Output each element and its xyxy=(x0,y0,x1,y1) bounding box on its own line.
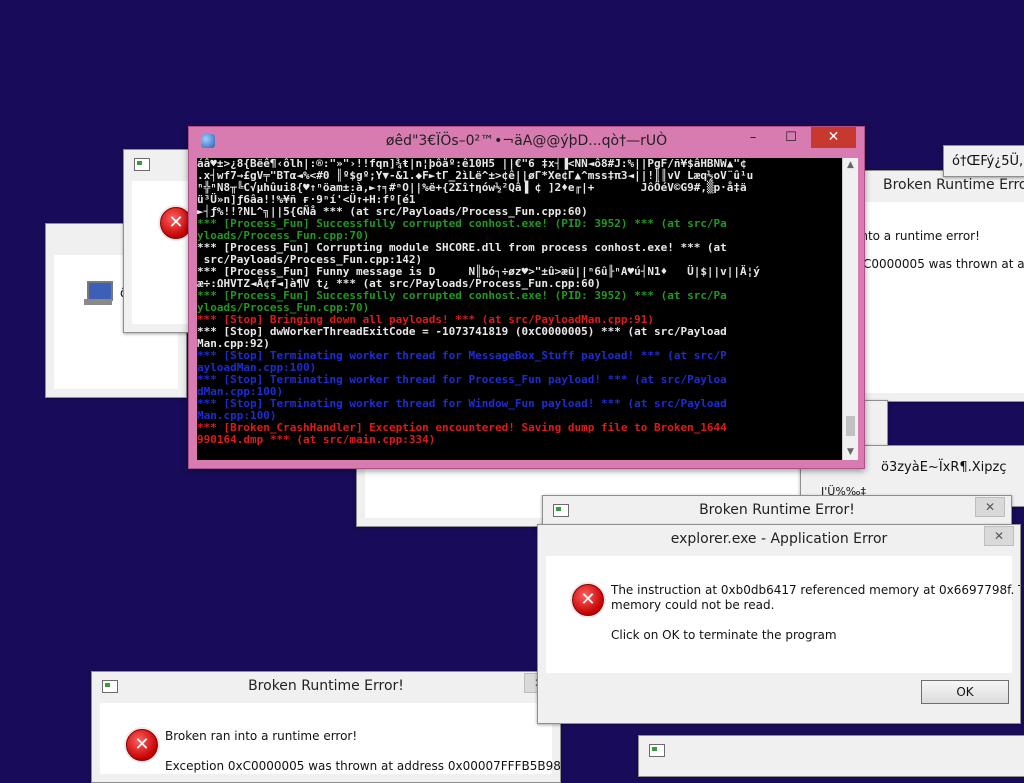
background-window-far-right: ó†ŒFý¿5Ü, xyxy=(943,145,1024,177)
window-title: ó†ŒFý¿5Ü, xyxy=(952,154,1024,169)
console-line: *** [Stop] dwWorkerThreadExitCode = -107… xyxy=(197,325,727,338)
computer-icon xyxy=(84,281,113,307)
error-icon: ✕ xyxy=(126,729,158,761)
error-message-line1: Broken ran into a runtime error! xyxy=(165,729,358,743)
console-title: øêd"3€ÏÖs–0²™•¬äA@@ýþD...qò†—rUÒ xyxy=(385,133,668,149)
error-icon: ✕ xyxy=(572,584,604,616)
error-message-line2: C0000005 was thrown at addres xyxy=(863,257,1024,271)
scroll-thumb[interactable] xyxy=(846,416,855,436)
application-error-dialog: explorer.exe - Application Error ✕ ✕ The… xyxy=(537,524,1021,724)
window-title: Broken Runtime Error! xyxy=(248,678,404,694)
title-bar: Broken Runtime Error! ✕ xyxy=(92,672,560,702)
error-message-line2: memory could not be read. xyxy=(611,598,775,612)
title-bar xyxy=(639,736,1024,766)
window-title: ö3zyàE~ÏxR¶.Xipzç xyxy=(881,460,1007,475)
app-icon xyxy=(134,158,150,171)
background-window-bottom-right xyxy=(638,735,1024,777)
console-line: 990164.dmp *** (at src/main.cpp:334) xyxy=(197,433,436,446)
dialog-body: ✕ The instruction at 0xb0db6417 referenc… xyxy=(546,556,1020,673)
error-message-line2: Exception 0xC0000005 was thrown at addre… xyxy=(165,759,561,773)
console-window: øêd"3€ÏÖs–0²™•¬äA@@ýþD...qò†—rUÒ – ☐ ✕ á… xyxy=(188,126,865,469)
dialog-title: explorer.exe - Application Error xyxy=(670,531,888,547)
console-line: *** [Stop] Terminating worker thread for… xyxy=(197,373,727,386)
console-output: áâ♥±>¿8{Bëê¶‹ôlh|:®:"»"›!!fqn]¾ŧ|n¦þôåº:… xyxy=(197,158,842,460)
console-app-icon xyxy=(201,134,215,148)
error-message-line1: The instruction at 0xb0db6417 referenced… xyxy=(611,583,1021,597)
maximize-button[interactable]: ☐ xyxy=(778,127,804,148)
scroll-down-arrow-icon[interactable]: ▼ xyxy=(843,445,858,460)
window-body: ✕ Broken ran into a runtime error! Excep… xyxy=(100,703,560,774)
minimize-button[interactable]: – xyxy=(740,127,766,148)
window-title: Broken Runtime Error! xyxy=(883,177,1024,193)
ok-button[interactable]: OK xyxy=(921,680,1009,704)
scroll-up-arrow-icon[interactable]: ▲ xyxy=(843,158,858,173)
title-bar: Broken Runtime Error! ✕ xyxy=(543,496,1011,526)
error-message-line1: into a runtime error! xyxy=(857,229,980,243)
broken-runtime-error-window-bottom: Broken Runtime Error! ✕ ✕ Broken ran int… xyxy=(91,671,561,783)
close-button[interactable]: ✕ xyxy=(975,497,1005,517)
window-body: into a runtime error! C0000005 was throw… xyxy=(841,202,1024,393)
app-icon xyxy=(649,744,665,757)
error-message-line3: Click on OK to terminate the program xyxy=(611,628,837,642)
console-line: *** [Stop] Terminating worker thread for… xyxy=(197,397,727,410)
console-scrollbar[interactable]: ▲ ▼ xyxy=(842,158,858,460)
close-button[interactable]: ✕ xyxy=(984,526,1014,546)
window-title: Broken Runtime Error! xyxy=(699,502,855,518)
close-button[interactable]: ✕ xyxy=(811,127,856,148)
title-bar: explorer.exe - Application Error ✕ xyxy=(538,525,1020,555)
